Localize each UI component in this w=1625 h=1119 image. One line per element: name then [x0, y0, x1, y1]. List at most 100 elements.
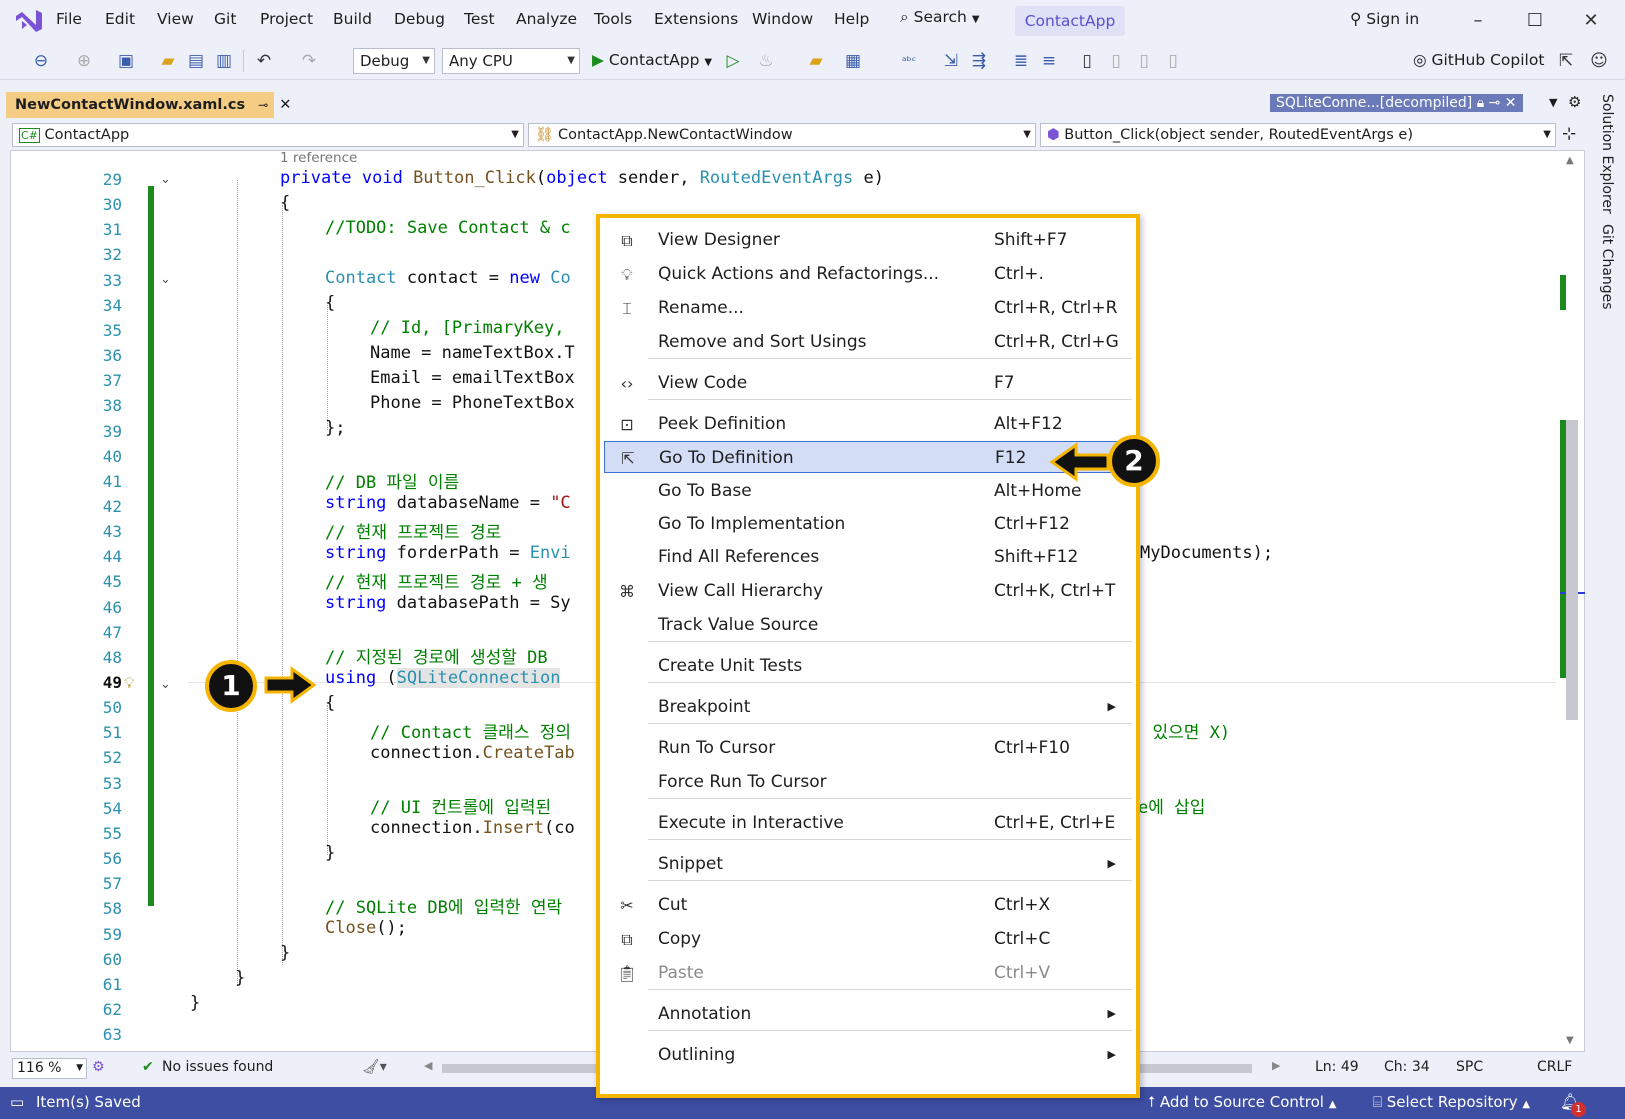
- menu-tools[interactable]: Tools: [594, 10, 632, 28]
- menu-item-create-unit-tests[interactable]: Create Unit Tests: [604, 650, 1132, 682]
- forward-icon[interactable]: ⊕: [73, 50, 95, 72]
- scroll-left-icon[interactable]: ◀: [424, 1059, 432, 1072]
- menu-item-force-run-to-cursor[interactable]: Force Run To Cursor: [604, 766, 1132, 798]
- step-icon[interactable]: ⇲: [940, 50, 962, 72]
- minimize-button[interactable]: –: [1455, 6, 1501, 36]
- close-tab-icon[interactable]: ✕: [1505, 95, 1517, 111]
- zoom-select[interactable]: 116 % ▼: [12, 1058, 87, 1079]
- menu-project[interactable]: Project: [260, 10, 313, 28]
- menu-item-quick-actions-and-refactorings[interactable]: 💡︎ Quick Actions and Refactorings... Ctrl+…: [604, 258, 1132, 290]
- codelens-reference-count[interactable]: 1 reference: [280, 150, 357, 166]
- menu-build[interactable]: Build: [333, 10, 372, 28]
- menu-item-paste[interactable]: 📋︎ Paste Ctrl+V: [604, 957, 1132, 989]
- solution-explorer-tab[interactable]: Solution Explorer: [1599, 94, 1615, 214]
- tab-newcontactwindow[interactable]: NewContactWindow.xaml.cs ⊸ ✕: [6, 92, 291, 118]
- lightbulb-icon[interactable]: 💡︎: [124, 674, 135, 692]
- member-dropdown[interactable]: ⬢ Button_Click(object sender, RoutedEven…: [1040, 123, 1556, 147]
- feedback-icon[interactable]: ☺: [1588, 50, 1610, 72]
- open-folder-icon[interactable]: ▰: [157, 50, 179, 72]
- menu-analyze[interactable]: Analyze: [516, 10, 577, 28]
- collapse-chevron-icon[interactable]: ⌄: [160, 272, 171, 287]
- pin-icon[interactable]: ⊸: [258, 98, 268, 112]
- menu-test[interactable]: Test: [464, 10, 495, 28]
- menu-git[interactable]: Git: [214, 10, 236, 28]
- platform-select[interactable]: Any CPU ▼: [442, 48, 580, 74]
- menu-item-view-call-hierarchy[interactable]: ⌘ View Call Hierarchy Ctrl+K, Ctrl+T: [604, 575, 1132, 607]
- redo-icon[interactable]: ↷: [298, 50, 320, 72]
- vertical-scrollbar-thumb[interactable]: [1566, 420, 1578, 720]
- scroll-right-icon[interactable]: ▶: [1272, 1059, 1280, 1072]
- menu-debug[interactable]: Debug: [394, 10, 445, 28]
- menu-item-view-designer[interactable]: ⧉ View Designer Shift+F7: [604, 224, 1132, 256]
- next-bookmark-icon[interactable]: ▯: [1133, 50, 1155, 72]
- line-ending-indicator[interactable]: CRLF: [1537, 1059, 1572, 1075]
- menu-item-snippet[interactable]: Snippet ▶: [604, 848, 1132, 880]
- collapse-chevron-icon[interactable]: ⌄: [160, 677, 171, 692]
- git-changes-tab[interactable]: Git Changes: [1599, 224, 1615, 310]
- menu-help[interactable]: Help: [834, 10, 869, 28]
- collapse-chevron-icon[interactable]: ⌄: [160, 172, 171, 187]
- class-dropdown[interactable]: ⛓ ContactApp.NewContactWindow ▼: [528, 123, 1036, 147]
- layout-icon[interactable]: ▦: [842, 50, 864, 72]
- menu-file[interactable]: File: [56, 10, 82, 28]
- split-editor-icon[interactable]: ⊹: [1562, 124, 1576, 144]
- format-icon[interactable]: ⇶: [968, 50, 990, 72]
- menu-item-go-to-implementation[interactable]: Go To Implementation Ctrl+F12: [604, 508, 1132, 540]
- menu-item-remove-and-sort-usings[interactable]: Remove and Sort Usings Ctrl+R, Ctrl+G: [604, 326, 1132, 358]
- add-to-source-control-button[interactable]: ⭡ Add to Source Control ▲: [1148, 1093, 1336, 1111]
- project-dropdown[interactable]: C# ContactApp ▼: [12, 123, 524, 147]
- menu-item-execute-in-interactive[interactable]: Execute in Interactive Ctrl+E, Ctrl+E: [604, 807, 1132, 839]
- save-icon[interactable]: ▤: [185, 50, 207, 72]
- hot-reload-icon[interactable]: ♨: [755, 50, 777, 72]
- undo-icon[interactable]: ↶: [253, 50, 275, 72]
- line-indicator[interactable]: Ln: 49: [1315, 1059, 1359, 1075]
- menu-item-copy[interactable]: ⧉ Copy Ctrl+C: [604, 923, 1132, 955]
- intellicode-icon[interactable]: ⚙: [92, 1059, 105, 1075]
- menu-window[interactable]: Window: [752, 10, 813, 28]
- start-without-debugging-icon[interactable]: ▷: [722, 50, 744, 72]
- menu-item-outlining[interactable]: Outlining ▶: [604, 1039, 1132, 1071]
- sign-in-button[interactable]: ⚲ Sign in: [1350, 10, 1419, 28]
- column-indicator[interactable]: Ch: 34: [1384, 1059, 1430, 1075]
- menu-view[interactable]: View: [157, 10, 194, 28]
- whitespace-indicator[interactable]: SPC: [1456, 1059, 1483, 1075]
- save-all-icon[interactable]: ▥: [213, 50, 235, 72]
- tab-sqliteconnection-preview[interactable]: SQLiteConne...[decompiled] 🔒︎ ⊸ ✕: [1270, 94, 1523, 112]
- menu-item-rename[interactable]: ⌶ Rename... Ctrl+R, Ctrl+R: [604, 292, 1132, 324]
- menu-item-track-value-source[interactable]: Track Value Source: [604, 609, 1132, 641]
- scroll-up-icon[interactable]: ▲: [1566, 155, 1574, 166]
- back-icon[interactable]: ⊖: [30, 50, 52, 72]
- scroll-down-icon[interactable]: ▼: [1566, 1035, 1574, 1046]
- menu-item-run-to-cursor[interactable]: Run To Cursor Ctrl+F10: [604, 732, 1132, 764]
- menu-edit[interactable]: Edit: [105, 10, 135, 28]
- menu-item-peek-definition[interactable]: ⊡ Peek Definition Alt+F12: [604, 408, 1132, 440]
- maximize-button[interactable]: ☐: [1512, 6, 1558, 36]
- select-repository-button[interactable]: ⌸ Select Repository ▲: [1373, 1093, 1530, 1111]
- code-cleanup-icon[interactable]: 🧹︎▾: [362, 1059, 387, 1075]
- search-button[interactable]: ⌕ Search ▼: [900, 8, 980, 27]
- gear-icon[interactable]: ⚙: [1568, 93, 1581, 111]
- menu-item-breakpoint[interactable]: Breakpoint ▶: [604, 691, 1132, 723]
- github-copilot-button[interactable]: ◎ GitHub Copilot: [1413, 51, 1544, 69]
- start-debugging-button[interactable]: ▶ ContactApp ▼: [592, 51, 712, 69]
- menu-item-view-code[interactable]: ‹› View Code F7: [604, 367, 1132, 399]
- bookmark-icon[interactable]: ▯: [1076, 50, 1098, 72]
- configuration-select[interactable]: Debug ▼: [353, 48, 435, 74]
- spell-check-icon[interactable]: ᵃᵇᶜ: [898, 50, 920, 72]
- pin-icon[interactable]: ⊸: [1489, 95, 1501, 111]
- menu-item-cut[interactable]: ✂ Cut Ctrl+X: [604, 889, 1132, 921]
- tab-list-icon[interactable]: ▼: [1549, 96, 1557, 109]
- indent-icon[interactable]: ≣: [1010, 50, 1032, 72]
- share-icon[interactable]: ⇱: [1555, 50, 1577, 72]
- new-project-icon[interactable]: ▣: [115, 50, 137, 72]
- menu-item-find-all-references[interactable]: Find All References Shift+F12: [604, 541, 1132, 573]
- solution-folder-icon[interactable]: ▰: [805, 50, 827, 72]
- menu-item-annotation[interactable]: Annotation ▶: [604, 998, 1132, 1030]
- outdent-icon[interactable]: ≡: [1038, 50, 1060, 72]
- clear-bookmarks-icon[interactable]: ▯: [1162, 50, 1184, 72]
- close-tab-icon[interactable]: ✕: [279, 97, 291, 113]
- close-window-button[interactable]: ✕: [1568, 6, 1614, 36]
- issues-status[interactable]: No issues found: [162, 1059, 273, 1075]
- visual-studio-logo-icon[interactable]: [14, 8, 44, 34]
- menu-extensions[interactable]: Extensions: [654, 10, 738, 28]
